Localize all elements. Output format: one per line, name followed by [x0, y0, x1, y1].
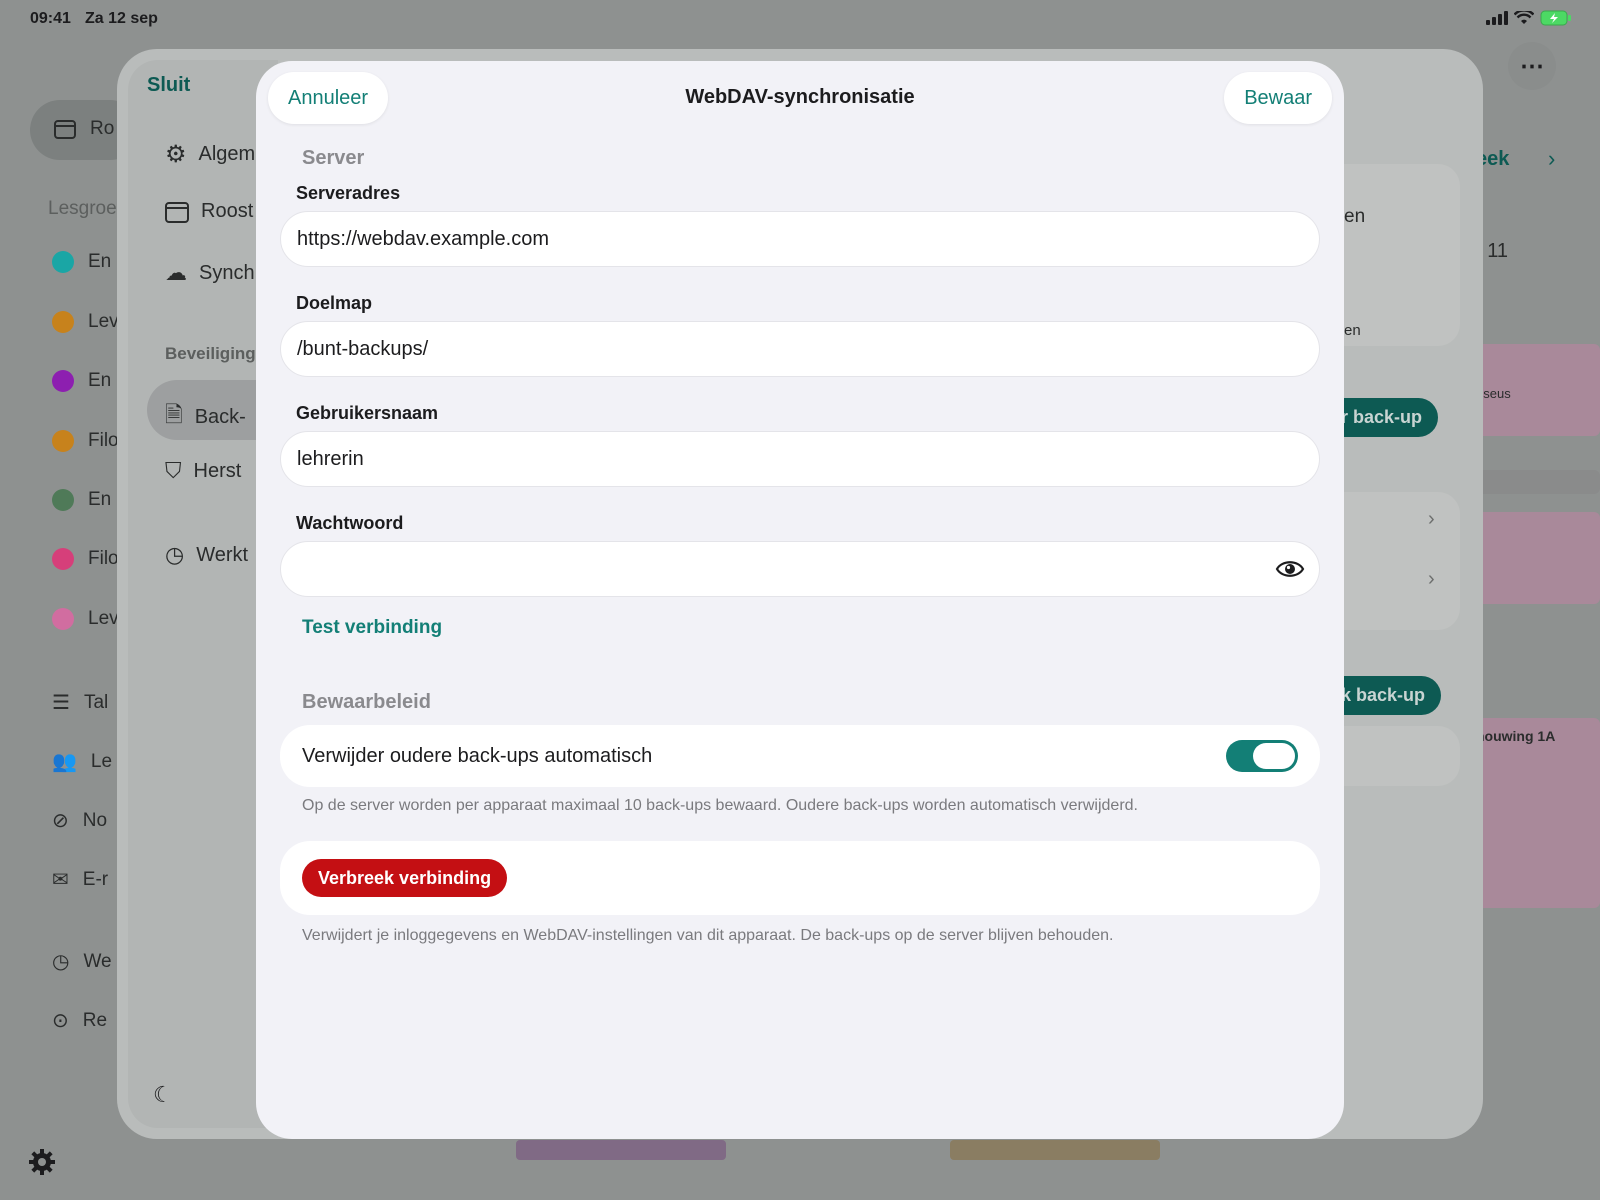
gear-icon: ⚙	[165, 141, 187, 168]
group-color-dot	[52, 251, 74, 273]
document-lock-icon: 🗎	[165, 402, 183, 427]
play-circle-icon: ⊙	[52, 1010, 69, 1032]
disconnect-note: Verwijdert je inloggegevens en WebDAV-in…	[302, 927, 1114, 944]
bg-group-item: En	[52, 370, 111, 392]
username-field[interactable]	[280, 431, 1320, 487]
save-button[interactable]: Bewaar	[1224, 72, 1332, 124]
eye-icon[interactable]	[1275, 556, 1305, 582]
ellipsis-icon: ⋯	[1520, 52, 1544, 80]
bg-tool-item: ◷ We	[52, 950, 112, 974]
bg-tool-item: 👥 Le	[52, 750, 113, 774]
clock-icon: ◷	[165, 542, 185, 567]
auto-delete-toggle[interactable]	[1226, 740, 1298, 772]
settings-item-worktime[interactable]: ◷ Werkt	[165, 542, 248, 568]
settings-item-schedule[interactable]: Roost	[165, 200, 253, 223]
server-address-input[interactable]	[297, 227, 1303, 251]
disconnect-button[interactable]: Verbreek verbinding	[302, 859, 508, 897]
bg-group-item: Filo	[52, 430, 119, 452]
bg-event-block	[1470, 718, 1600, 908]
webdav-modal: Annuleer WebDAV-synchronisatie Bewaar Se…	[256, 61, 1344, 1139]
auto-delete-row: Verwijder oudere back-ups automatisch	[280, 725, 1320, 787]
settings-item-sync[interactable]: ☁ Synch	[165, 260, 255, 286]
close-button[interactable]: Sluit	[147, 74, 190, 97]
group-color-dot	[52, 548, 74, 570]
section-header-server: Server	[302, 147, 365, 169]
settings-item-backup[interactable]: 🗎 Back-	[165, 398, 246, 436]
bg-group-item: En	[52, 489, 111, 511]
chevron-right-icon: ›	[1428, 508, 1435, 530]
people-icon: 👥	[52, 751, 77, 773]
bg-group-item: Filo	[52, 548, 119, 570]
section-header-retention: Bewaarbeleid	[302, 691, 431, 713]
bg-group-item: Lev	[52, 311, 119, 333]
battery-charging-icon	[1540, 10, 1571, 26]
moon-icon[interactable]: ☾	[153, 1082, 173, 1108]
no-sign-icon: ⊘	[52, 810, 69, 832]
password-input[interactable]	[297, 557, 1303, 581]
wifi-icon	[1514, 11, 1534, 24]
status-bar: 09:41 Za 12 sep	[0, 0, 1600, 36]
settings-item-restore[interactable]: ⛉ Herst	[165, 458, 241, 484]
chevron-right-icon: ›	[1548, 146, 1556, 171]
mail-icon: ✉	[52, 869, 69, 891]
password-field[interactable]	[280, 541, 1320, 597]
cloud-lock-icon: ☁	[165, 260, 187, 285]
modal-title: WebDAV-synchronisatie	[685, 86, 915, 108]
retention-note: Op de server worden per apparaat maximaa…	[302, 797, 1138, 814]
server-address-field[interactable]	[280, 211, 1320, 267]
bg-section-label: Lesgroe	[48, 198, 117, 219]
bg-nav-item: Ro	[54, 118, 114, 140]
target-folder-field[interactable]	[280, 321, 1320, 377]
group-color-dot	[52, 489, 74, 511]
status-time: 09:41	[30, 10, 71, 27]
bg-text: en	[1344, 206, 1366, 227]
bg-group-item: En	[52, 251, 111, 273]
clock-icon: ◷	[52, 951, 70, 973]
disconnect-row: Verbreek verbinding	[280, 841, 1320, 915]
bg-text: en	[1344, 322, 1361, 339]
bg-tool-item: ⊘ No	[52, 809, 108, 833]
calendar-icon	[165, 201, 189, 223]
password-label: Wachtwoord	[296, 513, 404, 533]
target-folder-label: Doelmap	[296, 293, 373, 313]
bg-tool-item: ⊙ Re	[52, 1009, 108, 1033]
test-connection-link[interactable]: Test verbinding	[302, 617, 442, 639]
group-color-dot	[52, 608, 74, 630]
group-color-dot	[52, 430, 74, 452]
settings-section-security: Beveiliging	[165, 344, 256, 363]
chevron-right-icon: ›	[1428, 568, 1435, 590]
bg-tool-item: ☰ Tal	[52, 691, 109, 715]
bg-event-text: houwing 1A	[1476, 728, 1556, 744]
status-icons	[1486, 10, 1572, 26]
gear-icon[interactable]	[28, 1148, 56, 1181]
bg-tool-item: ✉ E-r	[52, 868, 109, 892]
auto-delete-label: Verwijder oudere back-ups automatisch	[302, 745, 653, 767]
server-address-label: Serveradres	[296, 183, 401, 203]
toggle-knob	[1253, 743, 1295, 769]
username-label: Gebruikersnaam	[296, 403, 439, 423]
group-color-dot	[52, 311, 74, 333]
target-folder-input[interactable]	[297, 337, 1303, 361]
shield-key-icon: ⛉	[165, 458, 182, 483]
bg-event-strip	[516, 1140, 726, 1160]
calendar-icon	[54, 120, 76, 139]
bg-group-item: Lev	[52, 608, 119, 630]
settings-item-general[interactable]: ⚙ Algem	[165, 140, 255, 169]
username-input[interactable]	[297, 447, 1303, 471]
bg-divider-block	[1470, 470, 1600, 494]
list-icon: ☰	[52, 692, 70, 714]
signal-icon	[1486, 11, 1508, 25]
status-date: Za 12 sep	[85, 10, 158, 27]
group-color-dot	[52, 370, 74, 392]
bg-event-block	[1470, 512, 1600, 604]
bg-event-strip	[950, 1140, 1160, 1160]
more-button[interactable]: ⋯	[1508, 42, 1556, 90]
